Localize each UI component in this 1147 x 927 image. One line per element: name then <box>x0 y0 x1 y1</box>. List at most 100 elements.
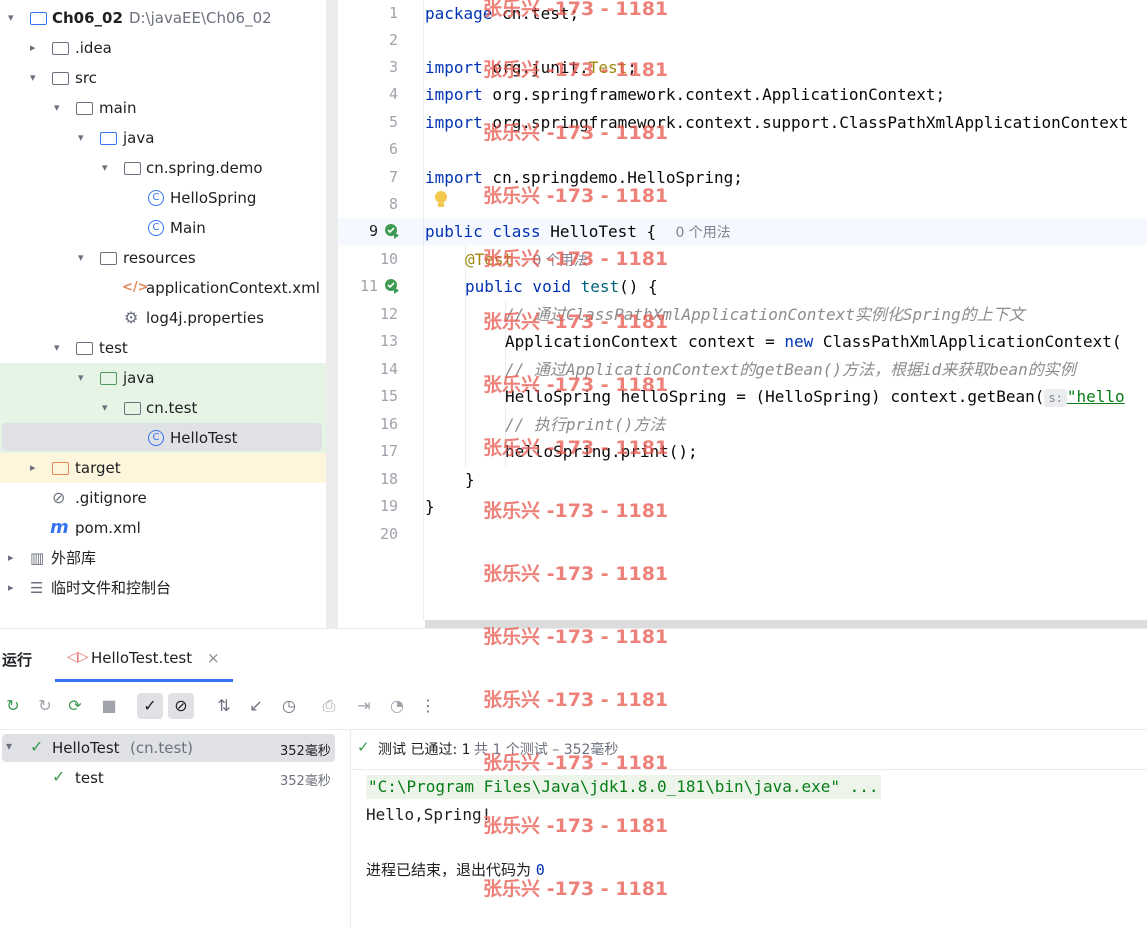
test-status-summary: 共 1 个测试 – 352毫秒 <box>474 742 619 758</box>
line-number: 17 <box>379 442 398 460</box>
code-line-4: import org.springframework.context.Appli… <box>425 85 946 104</box>
tree-item-root[interactable]: ▾ Ch06_02 D:\javaEE\Ch06_02 <box>0 3 336 33</box>
tree-item-gitignore[interactable]: ⊘ .gitignore <box>0 483 336 513</box>
test-duration: 352毫秒 <box>280 774 331 789</box>
tree-item-pom[interactable]: m pom.xml <box>0 513 336 543</box>
test-row-method[interactable]: ✓ test 352毫秒 <box>2 764 335 792</box>
chevron-right-icon[interactable]: ▸ <box>8 581 18 595</box>
gear-icon: ⚙ <box>124 308 139 327</box>
rerun-icon[interactable]: ↻ <box>2 695 24 717</box>
maven-icon: m <box>50 517 69 538</box>
run-test-method-icon[interactable] <box>384 278 400 294</box>
tab-label: HelloTest.test <box>91 649 193 667</box>
tree-label: resources <box>123 249 196 267</box>
ignore-file-icon: ⊘ <box>52 488 66 507</box>
test-results-tree: ▾ ✓ HelloTest (cn.test) 352毫秒 ✓ test 352… <box>0 729 351 927</box>
tab-hellotest[interactable]: ◁▷ HelloTest.test × <box>55 641 233 683</box>
collapse-icon[interactable]: ↙ <box>245 695 267 717</box>
passed-check-icon: ✓ <box>357 738 370 756</box>
test-status-bar: ✓ 测试 已通过: 1 共 1 个测试 – 352毫秒 <box>351 729 1147 770</box>
more-icon[interactable]: ⋮ <box>417 695 439 717</box>
chevron-right-icon[interactable]: ▸ <box>30 41 40 55</box>
tree-item-test[interactable]: ▾ test <box>0 333 336 363</box>
tree-item-test-java[interactable]: ▾ java <box>0 363 336 393</box>
tree-item-target[interactable]: ▸ target <box>0 453 336 483</box>
chevron-down-icon[interactable]: ▾ <box>6 739 12 753</box>
camera-icon[interactable]: ⎙ <box>318 695 340 717</box>
test-class-icon: C <box>148 429 166 447</box>
chevron-right-icon[interactable]: ▸ <box>30 461 40 475</box>
tree-item-scratches[interactable]: ▸ ☰ 临时文件和控制台 <box>0 573 336 603</box>
tree-item-package-demo[interactable]: ▾ cn.spring.demo <box>0 153 336 183</box>
tree-label: .gitignore <box>75 489 147 507</box>
code-editor[interactable]: 1 2 3 4 5 6 7 8 9 10 11 12 13 14 15 16 1… <box>338 0 1147 628</box>
tree-label: log4j.properties <box>146 309 264 327</box>
tree-item-main-class[interactable]: C Main <box>0 213 336 243</box>
chevron-down-icon[interactable]: ▾ <box>78 371 88 385</box>
clock-icon[interactable]: ◷ <box>278 695 300 717</box>
code-line-13: ApplicationContext context = new ClassPa… <box>505 332 1122 351</box>
tree-scrollbar[interactable] <box>326 0 338 628</box>
test-row-class[interactable]: ▾ ✓ HelloTest (cn.test) 352毫秒 <box>2 734 335 762</box>
lightbulb-icon[interactable] <box>434 190 448 210</box>
chevron-down-icon[interactable]: ▾ <box>30 71 40 85</box>
line-number: 2 <box>388 31 398 49</box>
line-number: 14 <box>379 360 398 378</box>
xml-file-icon: </> <box>122 280 149 295</box>
usages-hint[interactable]: 0 个用法 <box>532 253 587 269</box>
resources-folder-icon <box>100 249 118 267</box>
console-output-line: Hello,Spring! <box>366 805 492 824</box>
tree-item-hellospring[interactable]: C HelloSpring <box>0 183 336 213</box>
chevron-down-icon[interactable]: ▾ <box>54 341 64 355</box>
tree-item-idea[interactable]: ▸ .idea <box>0 33 336 63</box>
run-test-class-icon[interactable] <box>384 223 400 239</box>
tree-label: applicationContext.xml <box>146 279 320 297</box>
usages-hint[interactable]: 0 个用法 <box>675 225 730 241</box>
console-command: "C:\Program Files\Java\jdk1.8.0_181\bin\… <box>366 775 881 799</box>
tree-item-main[interactable]: ▾ main <box>0 93 336 123</box>
runnable-class-icon: C <box>148 219 166 237</box>
chevron-down-icon[interactable]: ▾ <box>54 101 64 115</box>
tree-item-resources[interactable]: ▾ resources <box>0 243 336 273</box>
tree-item-package-test[interactable]: ▾ cn.test <box>0 393 336 423</box>
code-line-17: helloSpring.print(); <box>505 442 698 461</box>
project-name: Ch06_02 <box>52 9 123 27</box>
code-line-7: import cn.springdemo.HelloSpring; <box>425 168 743 187</box>
tree-item-external-libs[interactable]: ▸ ▥ 外部库 <box>0 543 336 573</box>
code-line-11: public void test() { <box>465 277 658 296</box>
tree-item-main-java[interactable]: ▾ java <box>0 123 336 153</box>
toggle-auto-test-icon[interactable]: ⟳ <box>64 695 86 717</box>
chevron-down-icon[interactable]: ▾ <box>102 161 112 175</box>
horizontal-scrollbar[interactable] <box>425 620 1147 628</box>
chevron-down-icon[interactable]: ▾ <box>78 251 88 265</box>
code-line-12: // 通过ClassPathXmlApplicationContext实例化Sp… <box>505 305 1025 324</box>
close-icon[interactable]: × <box>207 649 220 667</box>
stop-icon[interactable]: ■ <box>98 695 120 717</box>
tree-label: target <box>75 459 121 477</box>
run-panel-title: 运行 <box>2 651 33 669</box>
test-class-name: HelloTest <box>52 739 120 757</box>
line-number: 18 <box>379 470 398 488</box>
line-number: 12 <box>379 305 398 323</box>
code-line-16: // 执行print()方法 <box>505 415 666 434</box>
test-method-name: test <box>75 769 104 787</box>
rerun-failed-icon[interactable]: ↻ <box>34 695 56 717</box>
tree-item-appcontext-xml[interactable]: </> applicationContext.xml <box>0 273 336 303</box>
library-icon: ▥ <box>30 549 45 567</box>
tree-item-log4j[interactable]: ⚙ log4j.properties <box>0 303 336 333</box>
line-number: 9 <box>368 222 378 240</box>
chevron-right-icon[interactable]: ▸ <box>8 551 18 565</box>
chevron-down-icon[interactable]: ▾ <box>8 11 18 25</box>
tree-item-src[interactable]: ▾ src <box>0 63 336 93</box>
source-folder-icon <box>100 129 118 147</box>
chevron-down-icon[interactable]: ▾ <box>78 131 88 145</box>
show-ignored-icon[interactable]: ⊘ <box>168 693 194 719</box>
chevron-down-icon[interactable]: ▾ <box>102 401 112 415</box>
tree-item-hellotest[interactable]: C HelloTest <box>0 423 336 453</box>
gauge-icon[interactable]: ◔ <box>386 695 408 717</box>
tree-label: java <box>123 129 155 147</box>
console-output[interactable]: ✓ 测试 已通过: 1 共 1 个测试 – 352毫秒 "C:\Program … <box>351 729 1147 927</box>
show-passed-icon[interactable]: ✓ <box>137 693 163 719</box>
sort-icon[interactable]: ⇅ <box>213 695 235 717</box>
import-icon[interactable]: ⇥ <box>353 695 375 717</box>
